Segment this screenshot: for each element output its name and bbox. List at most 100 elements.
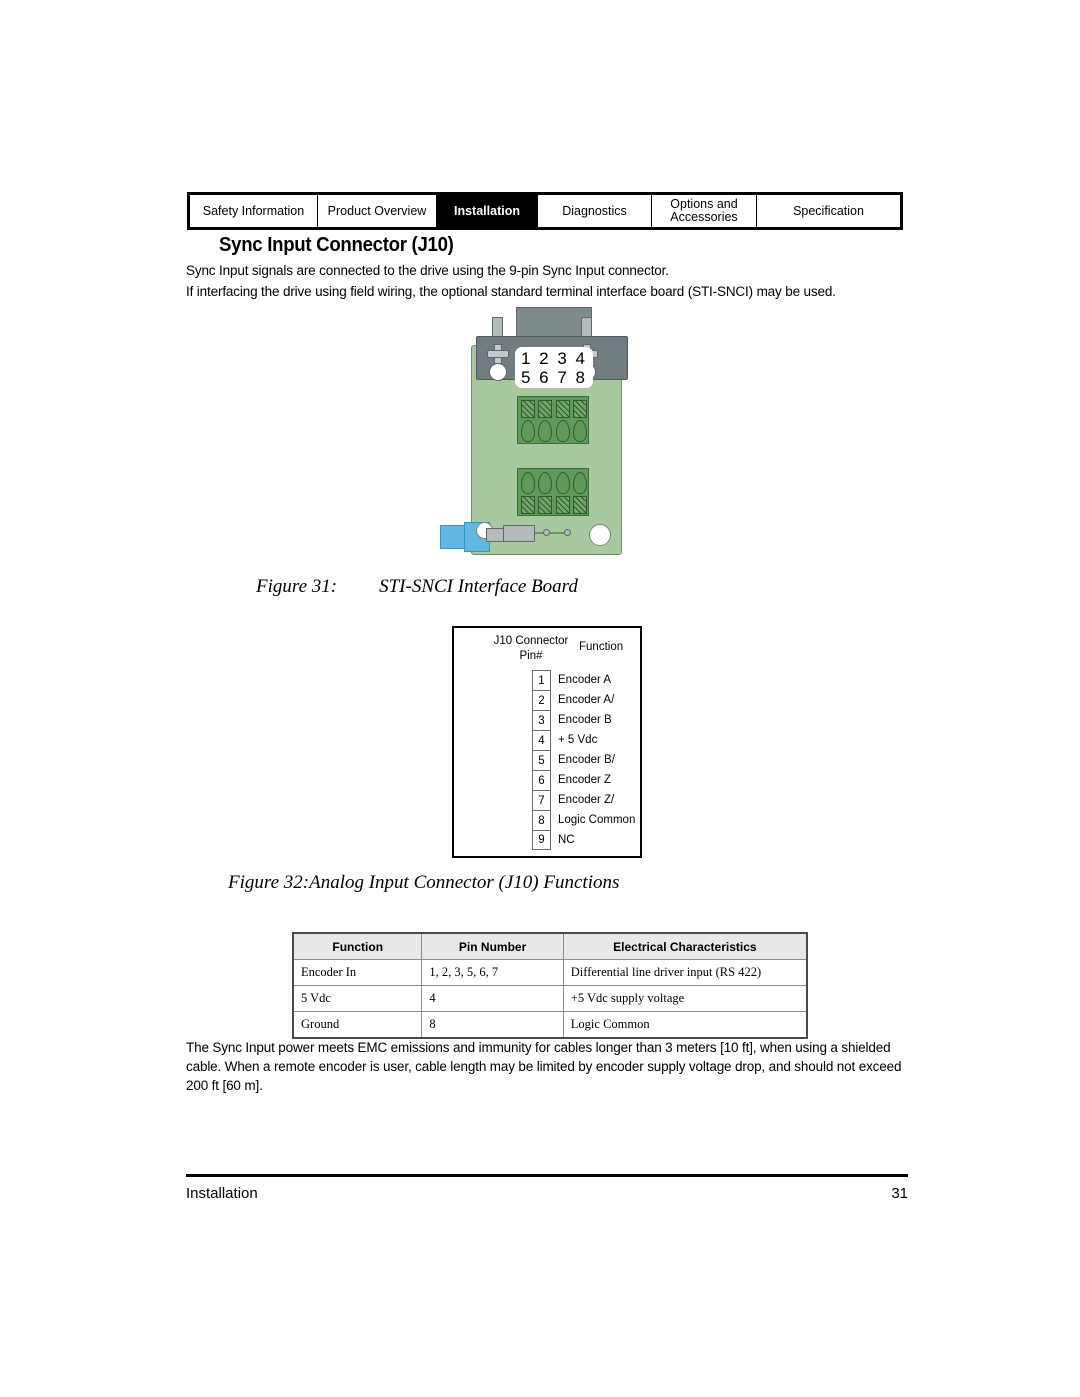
terminal-screw-icon (521, 496, 535, 514)
pin-function-cell: Encoder A/ (558, 694, 615, 706)
footer-section-label: Installation (186, 1185, 258, 1202)
terminal-hole-icon (572, 420, 587, 442)
terminal-hole-icon (572, 472, 587, 494)
terminal-block-top (517, 396, 589, 444)
column-header-function: Function (292, 932, 423, 960)
tab-product-overview[interactable]: Product Overview (318, 195, 437, 227)
table-row: Encoder In 1, 2, 3, 5, 6, 7 Differential… (292, 959, 808, 986)
pin-function-cell: Logic Common (558, 814, 636, 826)
tab-safety-information[interactable]: Safety Information (190, 195, 318, 227)
cell-electrical-characteristics: Differential line driver input (RS 422) (562, 959, 808, 986)
pin-number-cell: 4 (532, 730, 551, 750)
tab-installation[interactable]: Installation (437, 195, 538, 227)
cell-electrical-characteristics: Logic Common (562, 1011, 808, 1039)
pin-row: 7 Encoder Z/ (532, 790, 644, 810)
lead-solder-dot (543, 529, 550, 536)
pin-number-cell: 9 (532, 830, 551, 850)
pin-diagram-rows: 1 Encoder A 2 Encoder A/ 3 Encoder B 4 +… (532, 670, 644, 850)
terminal-hole-icon (555, 420, 570, 442)
terminal-screw-icon (572, 400, 587, 418)
pin-function-cell: Encoder A (558, 674, 612, 686)
connector-pin-number-label: 1 2 3 4 5 6 7 8 (515, 347, 593, 388)
terminal-screw-icon (555, 496, 570, 514)
pin-number-cell: 3 (532, 710, 551, 730)
cell-pin-number: 4 (421, 985, 564, 1012)
cell-function: 5 Vdc (292, 985, 423, 1012)
terminal-wire-holes-top (521, 420, 587, 442)
section-tab-bar: Safety Information Product Overview Inst… (187, 192, 903, 230)
pin-diagram-header-function: Function (579, 641, 624, 653)
terminal-hole-icon (521, 472, 535, 494)
pin-row: 2 Encoder A/ (532, 690, 644, 710)
pin-label-row-top: 1 2 3 4 (521, 348, 587, 368)
pcb-mount-hole-bottom-right (589, 524, 611, 546)
column-header-electrical-characteristics: Electrical Characteristics (562, 932, 808, 960)
column-header-pin-number: Pin Number (421, 932, 564, 960)
figure-31-caption: Figure 31: STI-SNCI Interface Board (256, 576, 578, 598)
pin-function-cell: Encoder B (558, 714, 612, 726)
pin-function-cell: Encoder Z (558, 774, 612, 786)
cell-function: Ground (292, 1011, 423, 1039)
pin-row: 1 Encoder A (532, 670, 644, 690)
tab-specification[interactable]: Specification (757, 195, 900, 227)
footer-page-number: 31 (891, 1185, 908, 1202)
pin-number-cell: 6 (532, 770, 551, 790)
pin-number-cell: 7 (532, 790, 551, 810)
pin-diagram-header: J10 Connector Pin# Function (454, 634, 640, 674)
tab-options-and-accessories[interactable]: Options and Accessories (652, 195, 757, 227)
terminal-screw-icon (538, 496, 553, 514)
sti-snci-board-illustration: 1 2 3 4 5 6 7 8 (440, 300, 650, 565)
pin-number-cell: 1 (532, 670, 551, 690)
pin-row: 3 Encoder B (532, 710, 644, 730)
terminal-hole-icon (538, 472, 553, 494)
board-component (503, 525, 535, 542)
pin-diagram-header-connector: J10 Connector (493, 635, 569, 647)
intro-text: Sync Input signals are connected to the … (186, 260, 906, 302)
pin-row: 8 Logic Common (532, 810, 644, 830)
terminal-screw-icon (538, 400, 553, 418)
table-row: 5 Vdc 4 +5 Vdc supply voltage (292, 985, 808, 1012)
footer-divider (186, 1174, 908, 1177)
cell-pin-number: 8 (421, 1011, 564, 1039)
pin-row: 9 NC (532, 830, 644, 850)
j10-pin-function-diagram: J10 Connector Pin# Function 1 Encoder A … (452, 626, 642, 858)
pin-number-cell: 2 (532, 690, 551, 710)
pin-row: 5 Encoder B/ (532, 750, 644, 770)
pin-diagram-header-pinnum: Pin# (519, 650, 543, 662)
terminal-screws-top (521, 400, 587, 418)
pin-function-cell: NC (558, 834, 575, 846)
lead-solder-dot (564, 529, 571, 536)
closing-paragraph: The Sync Input power meets EMC emissions… (186, 1040, 902, 1093)
cell-electrical-characteristics: +5 Vdc supply voltage (562, 985, 808, 1012)
terminal-block-bottom (517, 468, 589, 516)
pin-row: 6 Encoder Z (532, 770, 644, 790)
terminal-hole-icon (555, 472, 570, 494)
figure-31-number: Figure 31: (256, 576, 338, 597)
terminal-hole-icon (538, 420, 553, 442)
pin-row: 4 + 5 Vdc (532, 730, 644, 750)
table-row: Ground 8 Logic Common (292, 1011, 808, 1039)
table-header-row: Function Pin Number Electrical Character… (292, 932, 808, 960)
cell-function: Encoder In (292, 959, 423, 986)
intro-line-1: Sync Input signals are connected to the … (186, 263, 669, 278)
page-title: Sync Input Connector (J10) (219, 234, 454, 256)
pin-number-cell: 5 (532, 750, 551, 770)
pin-label-row-bottom: 5 6 7 8 (521, 367, 587, 387)
terminal-screw-icon (521, 400, 535, 418)
terminal-screw-icon (572, 496, 587, 514)
tab-diagnostics[interactable]: Diagnostics (538, 195, 652, 227)
figure-31-title: STI-SNCI Interface Board (379, 576, 578, 597)
pin-function-cell: Encoder Z/ (558, 794, 615, 806)
terminal-hole-icon (521, 420, 535, 442)
document-page: Safety Information Product Overview Inst… (0, 0, 1080, 1397)
cell-pin-number: 1, 2, 3, 5, 6, 7 (421, 959, 564, 986)
terminal-wire-holes-bottom (521, 472, 587, 494)
pin-diagram-header-left: J10 Connector Pin# (476, 634, 586, 664)
pin-function-cell: + 5 Vdc (558, 734, 598, 746)
pin-function-cell: Encoder B/ (558, 754, 615, 766)
intro-line-2: If interfacing the drive using field wir… (186, 284, 836, 299)
bracket-screw-head-left (487, 350, 509, 358)
terminal-screws-bottom (521, 496, 587, 514)
figure-32-caption: Figure 32:Analog Input Connector (J10) F… (228, 872, 620, 893)
terminal-screw-icon (555, 400, 570, 418)
